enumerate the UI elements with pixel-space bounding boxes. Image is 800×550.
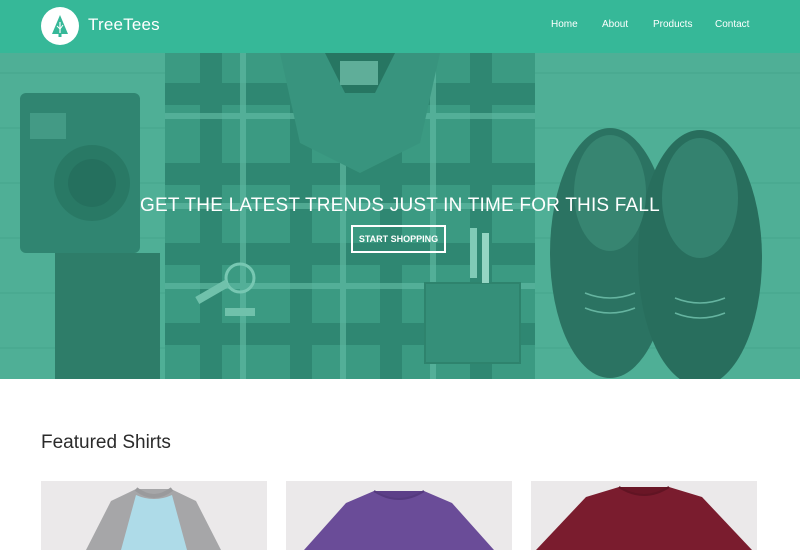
nav-about[interactable]: About	[602, 19, 628, 30]
featured-shirts-heading: Featured Shirts	[41, 432, 171, 453]
nav-contact[interactable]: Contact	[715, 19, 749, 30]
nav-home[interactable]: Home	[551, 19, 578, 30]
hero-banner: GET THE LATEST TRENDS JUST IN TIME FOR T…	[0, 53, 800, 379]
product-card[interactable]	[41, 481, 267, 550]
site-header: TreeTees Home About Products Contact	[0, 0, 800, 53]
raglan-shirt-image	[86, 487, 221, 550]
tree-icon	[52, 15, 68, 37]
nav-products[interactable]: Products	[653, 19, 692, 30]
start-shopping-button[interactable]: START SHOPPING	[351, 225, 446, 253]
purple-shirt-image	[304, 490, 494, 550]
product-card[interactable]	[286, 481, 512, 550]
maroon-shirt-image	[536, 486, 752, 550]
logo[interactable]	[41, 7, 79, 45]
product-card[interactable]	[531, 481, 757, 550]
hero-title: GET THE LATEST TRENDS JUST IN TIME FOR T…	[140, 195, 660, 216]
brand-name[interactable]: TreeTees	[88, 15, 160, 35]
